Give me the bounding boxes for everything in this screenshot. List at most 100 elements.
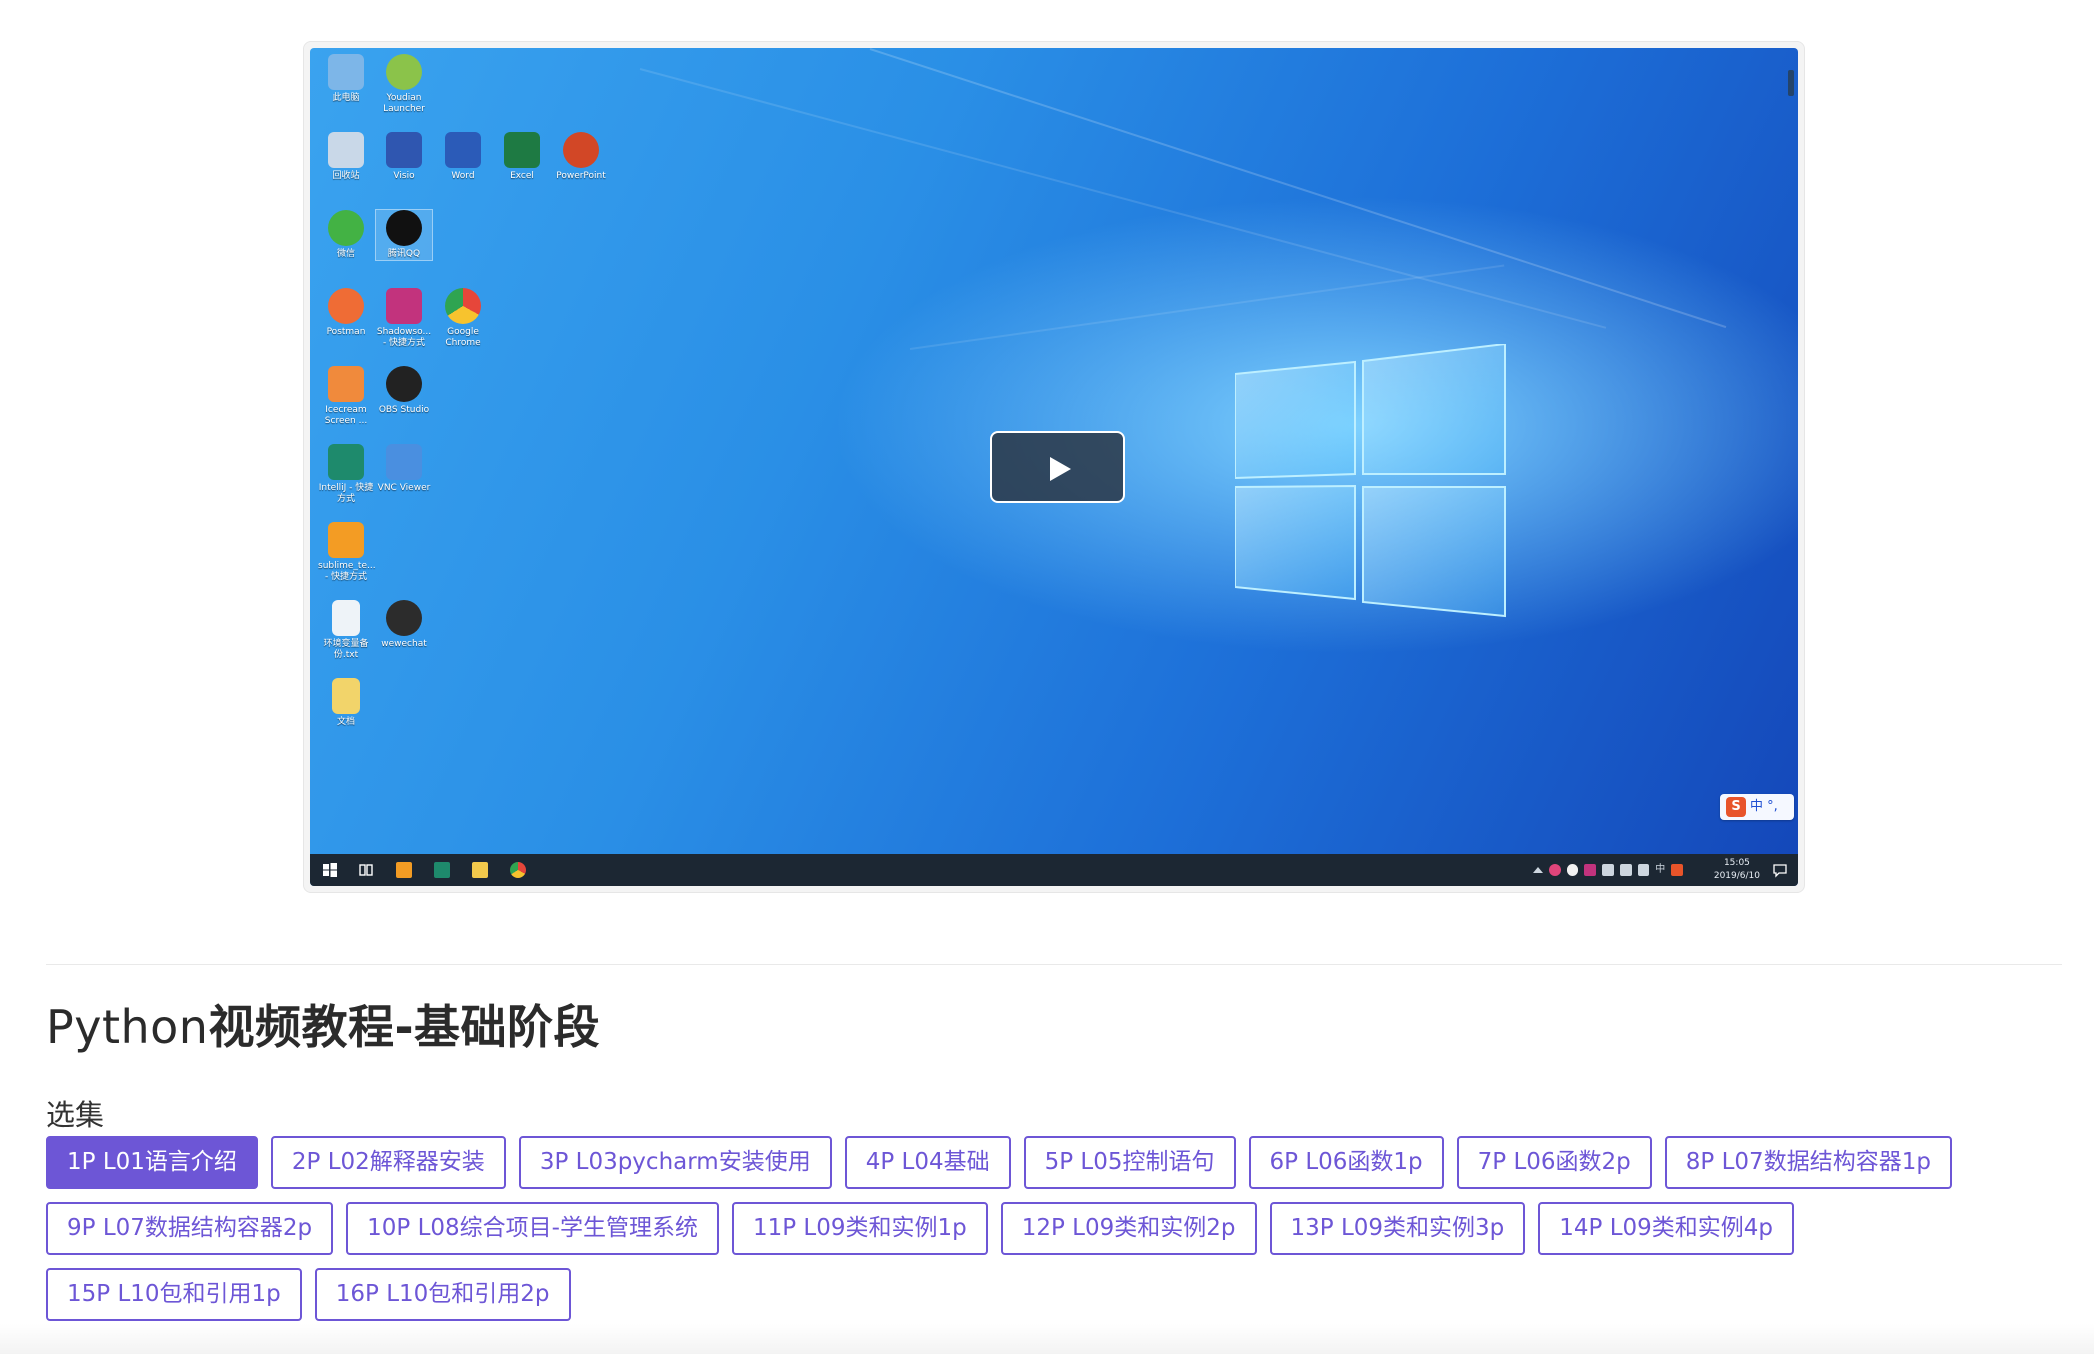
- qq-icon: [386, 210, 422, 246]
- episodes-label: 选集: [46, 1098, 105, 1132]
- powerpoint-icon: [563, 132, 599, 168]
- visio-icon: [386, 132, 422, 168]
- sogou-icon: S: [1726, 797, 1746, 817]
- ime-indicator[interactable]: S 中 °,: [1720, 794, 1794, 820]
- taskbar: 中 15:05 2019/6/10: [310, 854, 1798, 886]
- icecream-icon: [328, 366, 364, 402]
- desktop-icon-label: PowerPoint: [556, 171, 606, 181]
- task-view-icon[interactable]: [358, 862, 374, 878]
- video-frame[interactable]: 此电脑 Youdian Launcher 回收站 Visio Word Exce…: [310, 48, 1798, 886]
- notification-center-icon[interactable]: [1772, 862, 1788, 878]
- episode-button[interactable]: 16P L10包和引用2p: [314, 1268, 571, 1321]
- wewechat-icon: [386, 600, 422, 636]
- desktop-icon-postman[interactable]: Postman: [318, 288, 374, 338]
- light-ray: [639, 68, 1607, 329]
- desktop-icon-qq[interactable]: 腾讯QQ: [375, 209, 433, 261]
- fingerprint-icon: [386, 54, 422, 90]
- chrome-taskbar-icon[interactable]: [510, 862, 526, 878]
- episode-button[interactable]: 7P L06函数2p: [1456, 1136, 1652, 1189]
- vnc-icon: [386, 444, 422, 480]
- intellij-taskbar-icon[interactable]: [434, 862, 450, 878]
- episode-button[interactable]: 13P L09类和实例3p: [1269, 1202, 1526, 1255]
- desktop-icon-label: 环境变量备份.txt: [323, 639, 369, 660]
- computer-icon: [328, 54, 364, 90]
- taskbar-clock[interactable]: 15:05 2019/6/10: [1714, 857, 1760, 883]
- tray-shadowsocks-icon[interactable]: [1584, 864, 1597, 876]
- desktop-icon-intellij[interactable]: IntelliJ - 快捷方式: [318, 444, 374, 505]
- desktop-icon-label: IntelliJ - 快捷方式: [318, 483, 374, 504]
- volume-icon[interactable]: [1637, 864, 1650, 876]
- episode-button[interactable]: 9P L07数据结构容器2p: [46, 1202, 334, 1255]
- desktop-icon-wechat[interactable]: 微信: [318, 210, 374, 260]
- desktop-icon-word[interactable]: Word: [435, 132, 491, 182]
- episode-button[interactable]: 14P L09类和实例4p: [1538, 1202, 1795, 1255]
- desktop-icon-label: Google Chrome: [445, 327, 481, 348]
- tray-expand-icon[interactable]: [1532, 867, 1543, 873]
- desktop-icon-excel[interactable]: Excel: [494, 132, 550, 182]
- episode-button[interactable]: 10P L08综合项目-学生管理系统: [346, 1202, 719, 1255]
- excel-icon: [504, 132, 540, 168]
- wifi-icon[interactable]: [1619, 864, 1632, 876]
- sublime-taskbar-icon[interactable]: [396, 862, 412, 878]
- desktop-icon-vnc[interactable]: VNC Viewer: [376, 444, 432, 494]
- desktop-icon-label: 文档: [336, 717, 355, 727]
- desktop-icon-label: Shadowso... - 快捷方式: [376, 327, 432, 348]
- scroll-grip: [1788, 70, 1794, 96]
- episode-button[interactable]: 11P L09类和实例1p: [731, 1202, 988, 1255]
- episode-button[interactable]: 15P L10包和引用1p: [46, 1268, 302, 1321]
- desktop-icon-wewechat[interactable]: wewechat: [376, 600, 432, 650]
- episode-row: 15P L10包和引用1p 16P L10包和引用2p: [46, 1268, 571, 1321]
- desktop-icon-label: Postman: [326, 327, 366, 337]
- desktop-icon-label: Word: [451, 171, 475, 181]
- tray-qq-icon[interactable]: [1566, 864, 1579, 876]
- episode-button[interactable]: 8P L07数据结构容器1p: [1664, 1136, 1952, 1189]
- desktop-icon-text-file[interactable]: 环境变量备份.txt: [318, 600, 374, 661]
- episode-button[interactable]: 3P L03pycharm安装使用: [518, 1136, 832, 1189]
- windows-start-icon[interactable]: [322, 862, 338, 878]
- episode-button[interactable]: 1P L01语言介绍: [46, 1136, 258, 1189]
- desktop-icon-obs[interactable]: OBS Studio: [376, 366, 432, 416]
- desktop-icon-visio[interactable]: Visio: [376, 132, 432, 182]
- desktop-icon-label: 此电脑: [332, 93, 360, 103]
- file-explorer-icon[interactable]: [472, 862, 488, 878]
- desktop-icon-recycle-bin[interactable]: 回收站: [318, 132, 374, 182]
- desktop-icon-sublime[interactable]: sublime_te... - 快捷方式: [318, 522, 376, 583]
- chrome-icon: [445, 288, 481, 324]
- postman-icon: [328, 288, 364, 324]
- episode-button[interactable]: 4P L04基础: [844, 1136, 1011, 1189]
- desktop-icon-powerpoint[interactable]: PowerPoint: [553, 132, 609, 182]
- word-icon: [445, 132, 481, 168]
- desktop-icon-label: wewechat: [381, 639, 427, 649]
- episode-row: 1P L01语言介绍 2P L02解释器安装 3P L03pycharm安装使用…: [46, 1136, 1952, 1189]
- desktop-icon-label: VNC Viewer: [377, 483, 431, 493]
- episode-row: 9P L07数据结构容器2p 10P L08综合项目-学生管理系统 11P L0…: [46, 1202, 1795, 1255]
- desktop-icon-folder[interactable]: 文档: [318, 678, 374, 728]
- episode-button[interactable]: 5P L05控制语句: [1023, 1136, 1236, 1189]
- desktop-icon-chrome[interactable]: Google Chrome: [435, 288, 491, 349]
- tray-language[interactable]: 中: [1655, 864, 1665, 876]
- intellij-icon: [328, 444, 364, 480]
- desktop-icon-icecream[interactable]: Icecream Screen ...: [318, 366, 374, 427]
- desktop-icon-shadowsocks[interactable]: Shadowso... - 快捷方式: [376, 288, 432, 349]
- title-prefix: Python: [46, 1000, 209, 1054]
- tray-sogou-icon[interactable]: [1671, 864, 1683, 876]
- obs-icon: [386, 366, 422, 402]
- desktop-icon-label: sublime_te... - 快捷方式: [318, 561, 376, 582]
- episode-button[interactable]: 2P L02解释器安装: [270, 1136, 506, 1189]
- episode-button[interactable]: 12P L09类和实例2p: [1000, 1202, 1257, 1255]
- page-title: Python视频教程-基础阶段: [46, 997, 600, 1057]
- desktop-icon-computer[interactable]: 此电脑: [318, 54, 374, 104]
- wechat-icon: [328, 210, 364, 246]
- sublime-icon: [328, 522, 364, 558]
- desktop-icon-label: Youdian Launcher: [383, 93, 425, 114]
- video-player[interactable]: 此电脑 Youdian Launcher 回收站 Visio Word Exce…: [303, 41, 1805, 893]
- episode-button[interactable]: 6P L06函数1p: [1248, 1136, 1444, 1189]
- light-ray: [869, 48, 1727, 329]
- text-file-icon: [332, 600, 360, 636]
- desktop-icon-label: Icecream Screen ...: [324, 405, 368, 426]
- tray-app-icon[interactable]: [1548, 864, 1561, 876]
- tray-battery-icon[interactable]: [1602, 864, 1614, 876]
- desktop-icon-youdian[interactable]: Youdian Launcher: [376, 54, 432, 115]
- play-button[interactable]: [990, 431, 1125, 503]
- bottom-fade: [0, 1324, 2094, 1354]
